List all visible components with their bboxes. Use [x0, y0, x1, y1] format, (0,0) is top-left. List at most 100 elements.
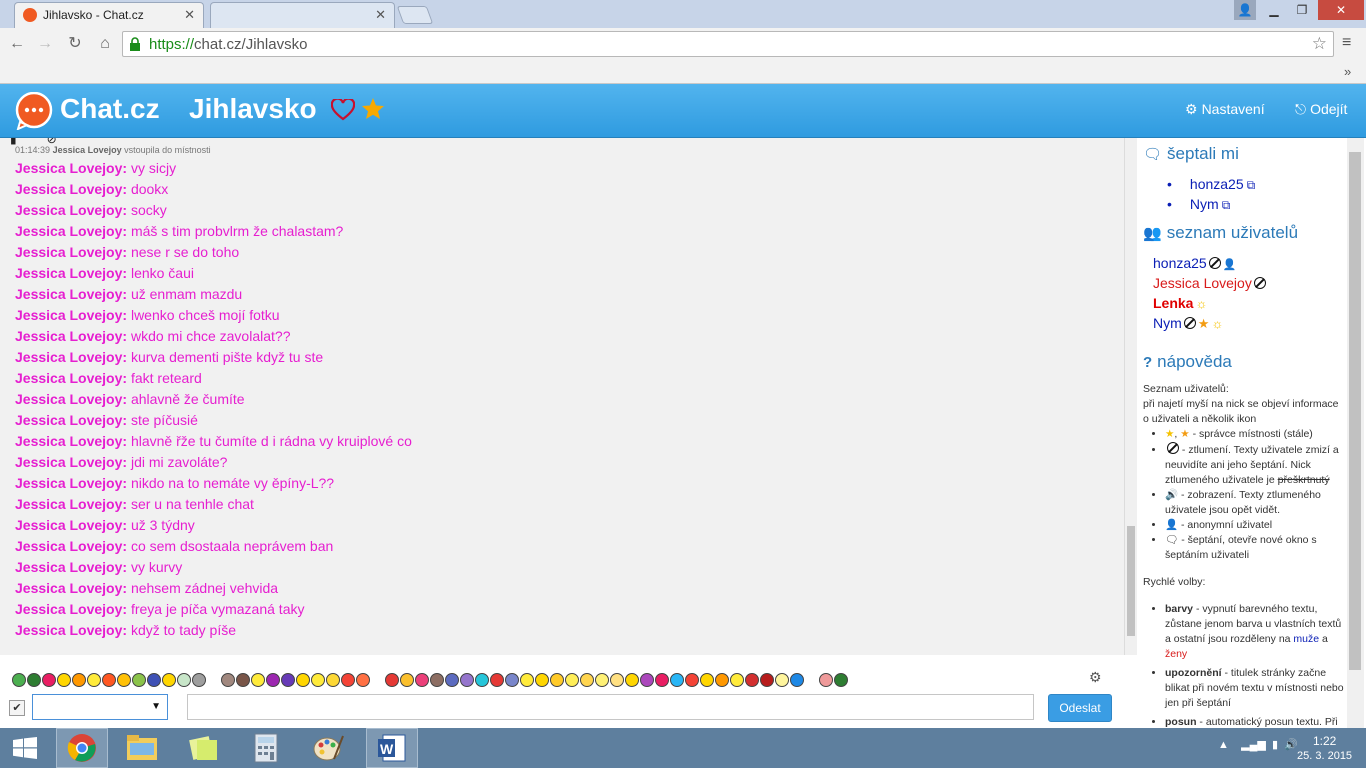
smiley-icon[interactable] — [162, 672, 176, 687]
whisper-item[interactable]: honza25⧉ — [1167, 176, 1255, 196]
smiley-icon[interactable] — [640, 672, 654, 687]
message-nick[interactable]: Jessica Lovejoy: — [15, 181, 127, 197]
smiley-icon[interactable] — [775, 672, 789, 687]
logout-link[interactable]: ⎋ Odejít — [1295, 101, 1347, 118]
whisper-nick[interactable]: honza25 — [1190, 176, 1244, 192]
message-nick[interactable]: Jessica Lovejoy: — [15, 307, 127, 323]
user-nick[interactable]: honza25 — [1153, 255, 1207, 271]
taskbar-calculator[interactable] — [240, 728, 292, 768]
smiley-icon[interactable] — [535, 672, 549, 687]
message-nick[interactable]: Jessica Lovejoy: — [15, 538, 127, 554]
smiley-icon[interactable] — [281, 672, 295, 687]
smiley-icon[interactable] — [192, 672, 206, 687]
options-checkbox[interactable]: ✔ — [9, 700, 25, 716]
chat-messages-area[interactable]: ▮ ⊘ 01:14:39 Jessica Lovejoy vstoupila d… — [0, 138, 1124, 655]
smiley-icon[interactable] — [117, 672, 131, 687]
smiley-icon[interactable] — [57, 672, 71, 687]
smiley-icon[interactable] — [251, 672, 265, 687]
message-nick[interactable]: Jessica Lovejoy: — [15, 328, 127, 344]
send-button[interactable]: Odeslat — [1048, 694, 1112, 722]
smiley-icon[interactable] — [670, 672, 684, 687]
back-arrow-icon[interactable]: ← — [6, 33, 28, 55]
external-link-icon[interactable]: ⧉ — [1247, 177, 1256, 193]
site-logo-text[interactable]: Chat.cz — [60, 93, 160, 125]
recipient-select[interactable]: ▼ — [32, 694, 168, 720]
message-nick[interactable]: Jessica Lovejoy: — [15, 580, 127, 596]
smiley-icon[interactable] — [445, 672, 459, 687]
message-nick[interactable]: Jessica Lovejoy: — [15, 160, 127, 176]
smiley-icon[interactable] — [72, 672, 86, 687]
chat-logo-icon[interactable] — [14, 92, 54, 130]
taskbar-explorer[interactable] — [116, 728, 168, 768]
smiley-icon[interactable] — [834, 672, 848, 687]
sidebar-scrollbar-thumb[interactable] — [1349, 152, 1361, 670]
minimize-icon[interactable]: ▁ — [1262, 0, 1286, 20]
smiley-icon[interactable] — [356, 672, 370, 687]
smiley-icon[interactable] — [87, 672, 101, 687]
user-nick[interactable]: Nym — [1153, 315, 1182, 331]
signal-icon[interactable]: ▂▄▆ — [1241, 739, 1266, 751]
user-item[interactable]: honza25 👤 — [1153, 255, 1266, 275]
taskbar-chrome[interactable] — [56, 728, 108, 768]
smiley-icon[interactable] — [385, 672, 399, 687]
maximize-icon[interactable]: ❐ — [1290, 0, 1314, 20]
window-close-icon[interactable]: ✕ — [1318, 0, 1364, 20]
message-nick[interactable]: Jessica Lovejoy: — [15, 265, 127, 281]
message-nick[interactable]: Jessica Lovejoy: — [15, 286, 127, 302]
gear-icon[interactable]: ⚙ — [1089, 669, 1102, 686]
heart-icon[interactable] — [331, 99, 355, 121]
message-nick[interactable]: Jessica Lovejoy: — [15, 433, 127, 449]
clock-date[interactable]: 25. 3. 2015 — [1297, 750, 1352, 762]
smiley-icon[interactable] — [625, 672, 639, 687]
message-nick[interactable]: Jessica Lovejoy: — [15, 622, 127, 638]
clock-time[interactable]: 1:22 — [1313, 734, 1336, 748]
whisper-nick[interactable]: Nym — [1190, 196, 1219, 212]
reload-icon[interactable]: ↻ — [64, 33, 86, 55]
user-nick[interactable]: Jessica Lovejoy — [1153, 275, 1252, 291]
start-button[interactable] — [0, 728, 52, 768]
system-tray[interactable]: ▲ ▂▄▆ ▮ 🔊 — [1218, 738, 1298, 751]
smiley-icon[interactable] — [12, 672, 26, 687]
volume-icon[interactable]: 🔊 — [1284, 739, 1298, 751]
bookmark-star-icon[interactable]: ☆ — [1312, 34, 1327, 54]
smiley-icon[interactable] — [102, 672, 116, 687]
smiley-icon[interactable] — [326, 672, 340, 687]
address-bar[interactable]: https://chat.cz/Jihlavsko ☆ — [122, 31, 1334, 57]
browser-tab-active[interactable]: Jihlavsko - Chat.cz ✕ — [14, 2, 204, 28]
smiley-icon[interactable] — [475, 672, 489, 687]
smiley-icon[interactable] — [490, 672, 504, 687]
smiley-icon[interactable] — [580, 672, 594, 687]
smiley-icon[interactable] — [400, 672, 414, 687]
smiley-icon[interactable] — [790, 672, 804, 687]
smiley-icon[interactable] — [745, 672, 759, 687]
smiley-icon[interactable] — [730, 672, 744, 687]
smiley-icon[interactable] — [565, 672, 579, 687]
smiley-icon[interactable] — [550, 672, 564, 687]
smiley-icon[interactable] — [610, 672, 624, 687]
browser-tab-inactive[interactable]: ✕ — [210, 2, 395, 28]
whisper-item[interactable]: Nym⧉ — [1167, 196, 1255, 216]
message-nick[interactable]: Jessica Lovejoy: — [15, 391, 127, 407]
battery-icon[interactable]: ▮ — [1272, 739, 1278, 751]
message-nick[interactable]: Jessica Lovejoy: — [15, 349, 127, 365]
smiley-icon[interactable] — [520, 672, 534, 687]
smiley-icon[interactable] — [415, 672, 429, 687]
message-nick[interactable]: Jessica Lovejoy: — [15, 559, 127, 575]
smiley-icon[interactable] — [177, 672, 191, 687]
smiley-icon[interactable] — [430, 672, 444, 687]
settings-link[interactable]: ⚙ Nastavení — [1185, 101, 1265, 118]
bookmarks-overflow-icon[interactable]: » — [1344, 64, 1351, 79]
smiley-icon[interactable] — [42, 672, 56, 687]
smiley-icon[interactable] — [147, 672, 161, 687]
forward-arrow-icon[interactable]: → — [34, 33, 56, 55]
tray-arrow-icon[interactable]: ▲ — [1218, 739, 1229, 751]
message-nick[interactable]: Jessica Lovejoy: — [15, 244, 127, 260]
smiley-icon[interactable] — [296, 672, 310, 687]
smiley-icon[interactable] — [27, 672, 41, 687]
message-nick[interactable]: Jessica Lovejoy: — [15, 496, 127, 512]
tab-close-icon[interactable]: ✕ — [184, 7, 195, 23]
taskbar-sticky-notes[interactable] — [178, 728, 230, 768]
smiley-icon[interactable] — [341, 672, 355, 687]
smiley-icon[interactable] — [221, 672, 235, 687]
message-nick[interactable]: Jessica Lovejoy: — [15, 223, 127, 239]
